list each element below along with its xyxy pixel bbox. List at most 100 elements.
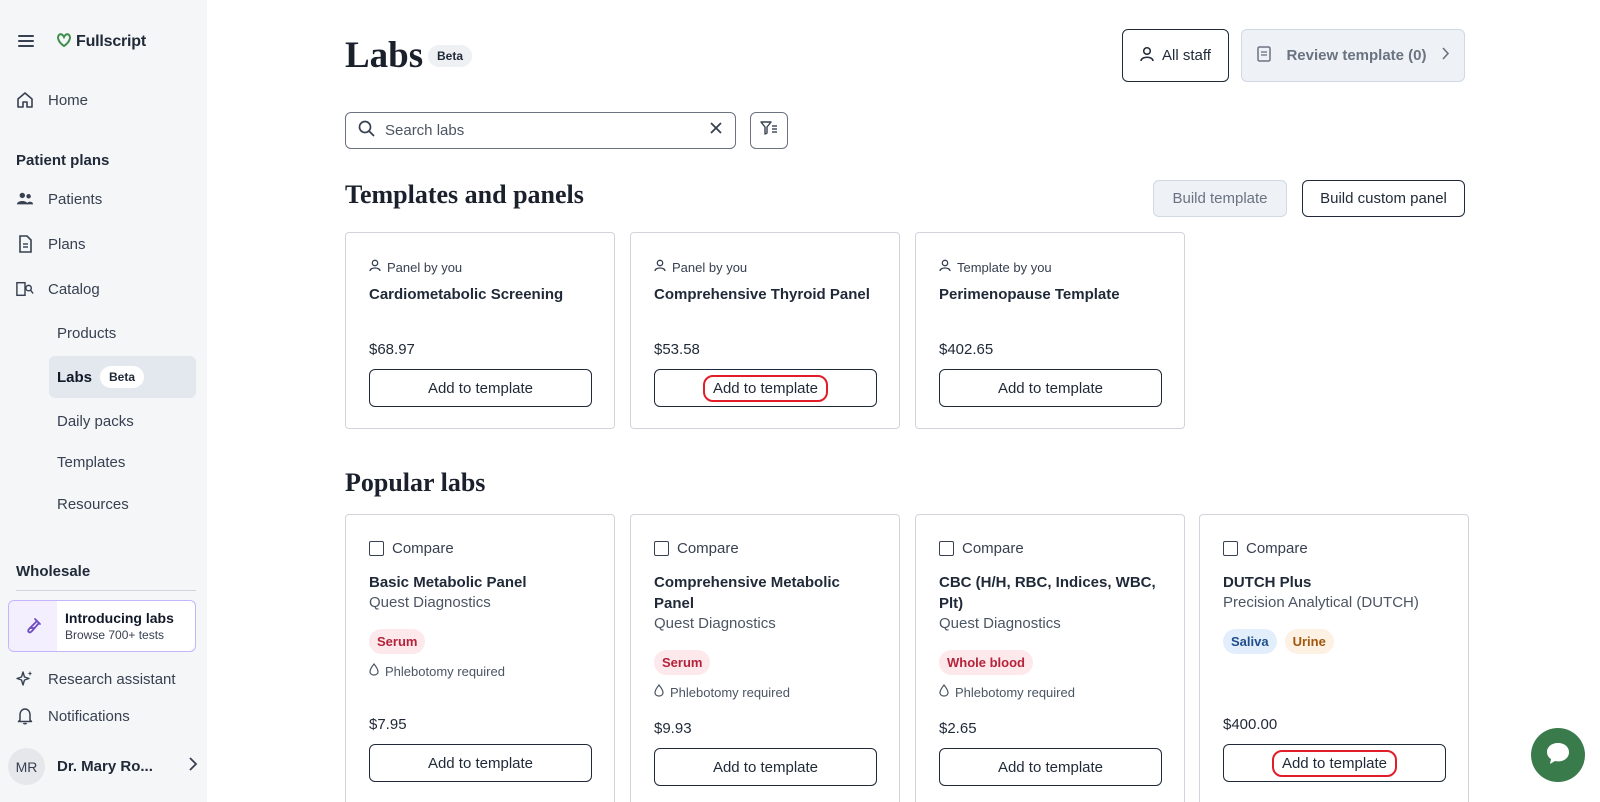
sample-tags: Serum <box>369 629 426 654</box>
add-to-template-button[interactable]: Add to template <box>1223 744 1446 782</box>
card-price: $53.58 <box>654 341 700 358</box>
card-title[interactable]: Basic Metabolic Panel <box>369 572 599 593</box>
compare-label: Compare <box>392 540 454 557</box>
card-vendor: Quest Diagnostics <box>939 615 1061 632</box>
nav-catalog[interactable]: Catalog <box>16 277 100 301</box>
people-icon <box>16 190 34 208</box>
add-to-template-button[interactable]: Add to template <box>654 369 877 407</box>
nav-labs[interactable]: Labs Beta <box>49 356 196 398</box>
template-card-meta: Panel by you <box>369 259 462 275</box>
all-staff-button[interactable]: All staff <box>1122 29 1229 82</box>
filter-button[interactable] <box>750 112 788 149</box>
nav-home-label: Home <box>48 91 89 109</box>
sample-tags: Whole blood <box>939 650 1033 675</box>
sidebar-divider <box>16 590 196 591</box>
build-custom-panel-button[interactable]: Build custom panel <box>1302 180 1465 217</box>
page-title: Labs <box>345 35 424 76</box>
sidebar: Fullscript Home Patient plans Patients P… <box>0 0 207 802</box>
add-to-template-button[interactable]: Add to template <box>369 369 592 407</box>
button-label: Add to template <box>997 758 1104 776</box>
home-icon <box>16 91 34 109</box>
button-label: Add to template <box>1271 749 1398 777</box>
search-icon <box>358 120 375 142</box>
menu-icon[interactable] <box>18 35 34 49</box>
card-title[interactable]: Comprehensive Metabolic Panel <box>654 572 884 614</box>
review-template-button[interactable]: Review template (0) <box>1241 29 1465 82</box>
nav-labs-label: Labs <box>57 368 93 386</box>
build-template-button[interactable]: Build template <box>1153 180 1287 217</box>
checkbox[interactable] <box>654 541 669 556</box>
nav-home[interactable]: Home <box>16 88 88 112</box>
template-card-meta: Template by you <box>939 259 1052 275</box>
chevron-right-icon <box>1441 47 1450 64</box>
button-label: Add to template <box>997 379 1104 397</box>
nav-products[interactable]: Products <box>57 325 116 342</box>
add-to-template-button[interactable]: Add to template <box>369 744 592 782</box>
button-label: Add to template <box>712 758 819 776</box>
phlebotomy-label: Phlebotomy required <box>385 663 505 679</box>
all-staff-label: All staff <box>1162 47 1211 64</box>
card-price: $7.95 <box>369 716 407 733</box>
search-field[interactable] <box>345 112 736 149</box>
brand-logo[interactable]: Fullscript <box>56 33 146 51</box>
nav-notifications[interactable]: Notifications <box>16 704 130 728</box>
search-input[interactable] <box>385 122 699 139</box>
sample-tag: Whole blood <box>939 650 1033 675</box>
chevron-right-icon <box>188 757 198 776</box>
nav-research-assistant[interactable]: Research assistant <box>16 667 176 691</box>
card-title[interactable]: CBC (H/H, RBC, Indices, WBC, Plt) <box>939 572 1169 614</box>
drop-icon <box>939 684 949 700</box>
template-card-meta: Panel by you <box>654 259 747 275</box>
sample-tag: Saliva <box>1223 629 1277 654</box>
introducing-labs-promo[interactable]: Introducing labs Browse 700+ tests <box>8 600 196 652</box>
wholesale-heading: Wholesale <box>16 563 91 580</box>
nav-resources[interactable]: Resources <box>57 496 129 513</box>
button-label: Add to template <box>427 379 534 397</box>
compare-checkbox[interactable]: Compare <box>939 540 1024 557</box>
nav-daily-packs[interactable]: Daily packs <box>57 413 134 430</box>
nav-labs-badge: Beta <box>100 366 145 388</box>
card-title[interactable]: DUTCH Plus <box>1223 572 1453 593</box>
chat-bubble-icon <box>1544 739 1572 772</box>
checkbox[interactable] <box>939 541 954 556</box>
avatar: MR <box>8 748 45 785</box>
button-label: Add to template <box>427 754 534 772</box>
nav-notifications-label: Notifications <box>48 707 130 725</box>
nav-templates[interactable]: Templates <box>57 454 125 471</box>
lab-card: Compare DUTCH Plus Precision Analytical … <box>1199 514 1469 802</box>
person-icon <box>369 259 381 275</box>
nav-plans[interactable]: Plans <box>16 232 86 256</box>
add-to-template-button[interactable]: Add to template <box>939 369 1162 407</box>
add-to-template-button[interactable]: Add to template <box>939 748 1162 786</box>
compare-checkbox[interactable]: Compare <box>369 540 454 557</box>
nav-patients-label: Patients <box>48 190 103 208</box>
card-price: $68.97 <box>369 341 415 358</box>
compare-checkbox[interactable]: Compare <box>654 540 739 557</box>
main-content: Labs Beta All staff Review template (0) <box>207 0 1600 802</box>
clipboard-icon <box>1256 45 1272 66</box>
user-menu[interactable]: MR Dr. Mary Ro... <box>8 748 198 785</box>
leaf-icon <box>56 33 72 51</box>
nav-plans-label: Plans <box>48 235 86 253</box>
clear-icon[interactable] <box>709 121 723 140</box>
add-to-template-button[interactable]: Add to template <box>654 748 877 786</box>
nav-patients[interactable]: Patients <box>16 187 102 211</box>
compare-checkbox[interactable]: Compare <box>1223 540 1308 557</box>
card-title[interactable]: Comprehensive Thyroid Panel <box>654 284 884 305</box>
filter-icon <box>760 120 778 141</box>
template-card: Panel by you Cardiometabolic Screening $… <box>345 232 615 429</box>
checkbox[interactable] <box>369 541 384 556</box>
promo-subtitle: Browse 700+ tests <box>65 628 165 642</box>
person-icon <box>1140 46 1154 66</box>
chat-button[interactable] <box>1531 728 1585 782</box>
card-title[interactable]: Perimenopause Template <box>939 284 1169 305</box>
card-price: $2.65 <box>939 720 977 737</box>
checkbox[interactable] <box>1223 541 1238 556</box>
test-tube-icon <box>9 601 57 651</box>
sample-tag: Urine <box>1284 629 1334 654</box>
card-title[interactable]: Cardiometabolic Screening <box>369 284 599 305</box>
phlebotomy-note: Phlebotomy required <box>939 684 1075 700</box>
person-icon <box>939 259 951 275</box>
template-card: Template by you Perimenopause Template $… <box>915 232 1185 429</box>
sample-tags: Saliva Urine <box>1223 629 1334 654</box>
